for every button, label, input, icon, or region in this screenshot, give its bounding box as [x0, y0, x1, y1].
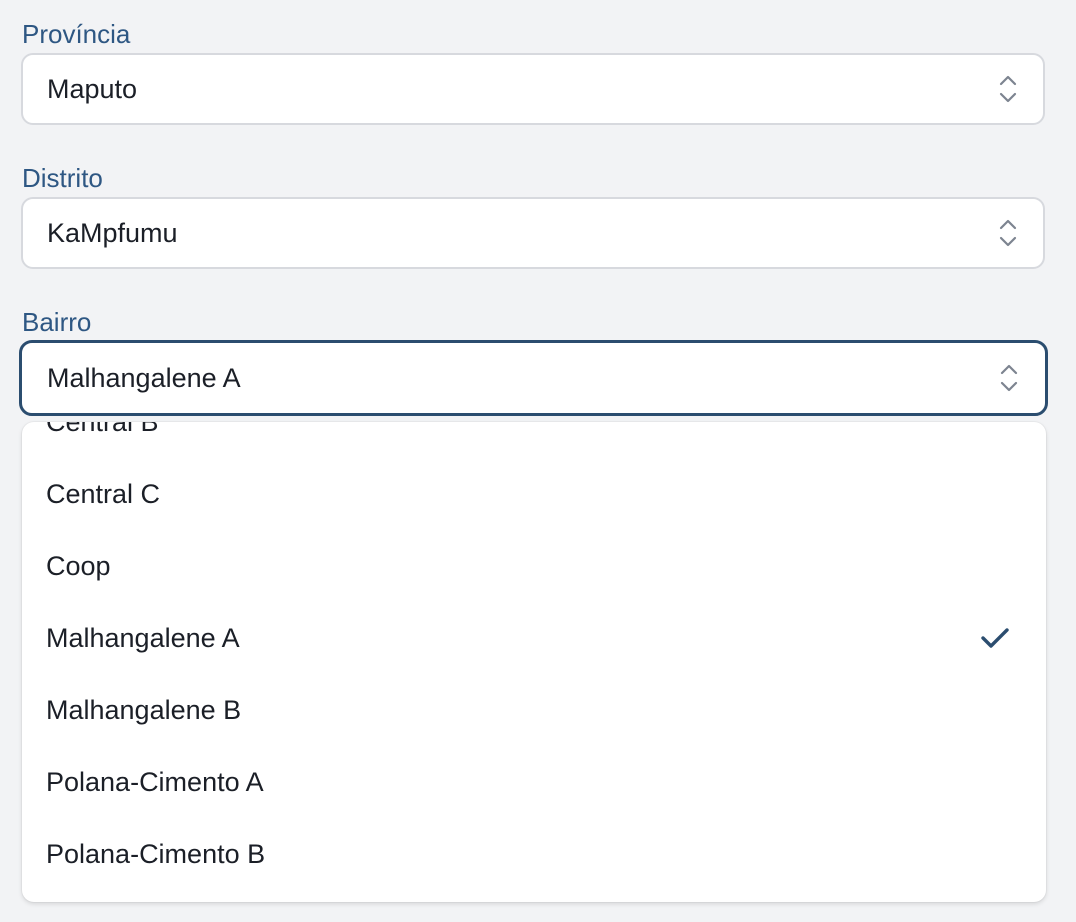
bairro-option[interactable]: Central C: [22, 458, 1046, 530]
bairro-option[interactable]: Malhangalene B: [22, 674, 1046, 746]
bairro-options-list: Central B Central C Coop Malhangalene A Malh…: [22, 422, 1046, 890]
bairro-option-label: Central B: [46, 422, 159, 437]
chevron-up-down-icon: [998, 217, 1018, 249]
bairro-option[interactable]: Polana-Cimento A: [22, 746, 1046, 818]
bairro-option-label: Central C: [46, 479, 161, 509]
distrito-select[interactable]: KaMpfumu: [21, 197, 1045, 269]
chevron-up-down-icon: [999, 362, 1019, 394]
bairro-option-label: Malhangalene A: [46, 623, 240, 653]
bairro-option-label: Polana-Cimento A: [46, 767, 264, 797]
bairro-option[interactable]: Malhangalene A: [22, 602, 1046, 674]
checkmark-icon: [980, 627, 1010, 649]
bairro-label: Bairro: [22, 307, 92, 337]
provincia-selected-value: Maputo: [47, 74, 138, 104]
distrito-selected-value: KaMpfumu: [47, 218, 178, 248]
distrito-label: Distrito: [22, 163, 103, 193]
bairro-option[interactable]: Polana-Cimento B: [22, 818, 1046, 890]
provincia-label: Província: [22, 19, 131, 49]
bairro-option[interactable]: Central B: [22, 422, 1046, 458]
chevron-up-down-icon: [998, 73, 1018, 105]
bairro-dropdown-list[interactable]: Central B Central C Coop Malhangalene A Malh…: [22, 422, 1046, 902]
bairro-select[interactable]: Malhangalene A: [19, 340, 1048, 416]
bairro-option-label: Coop: [46, 551, 111, 581]
provincia-select[interactable]: Maputo: [21, 53, 1045, 125]
bairro-option-label: Polana-Cimento B: [46, 839, 266, 869]
bairro-selected-value: Malhangalene A: [47, 363, 241, 393]
bairro-option[interactable]: Coop: [22, 530, 1046, 602]
bairro-option-label: Malhangalene B: [46, 695, 242, 725]
